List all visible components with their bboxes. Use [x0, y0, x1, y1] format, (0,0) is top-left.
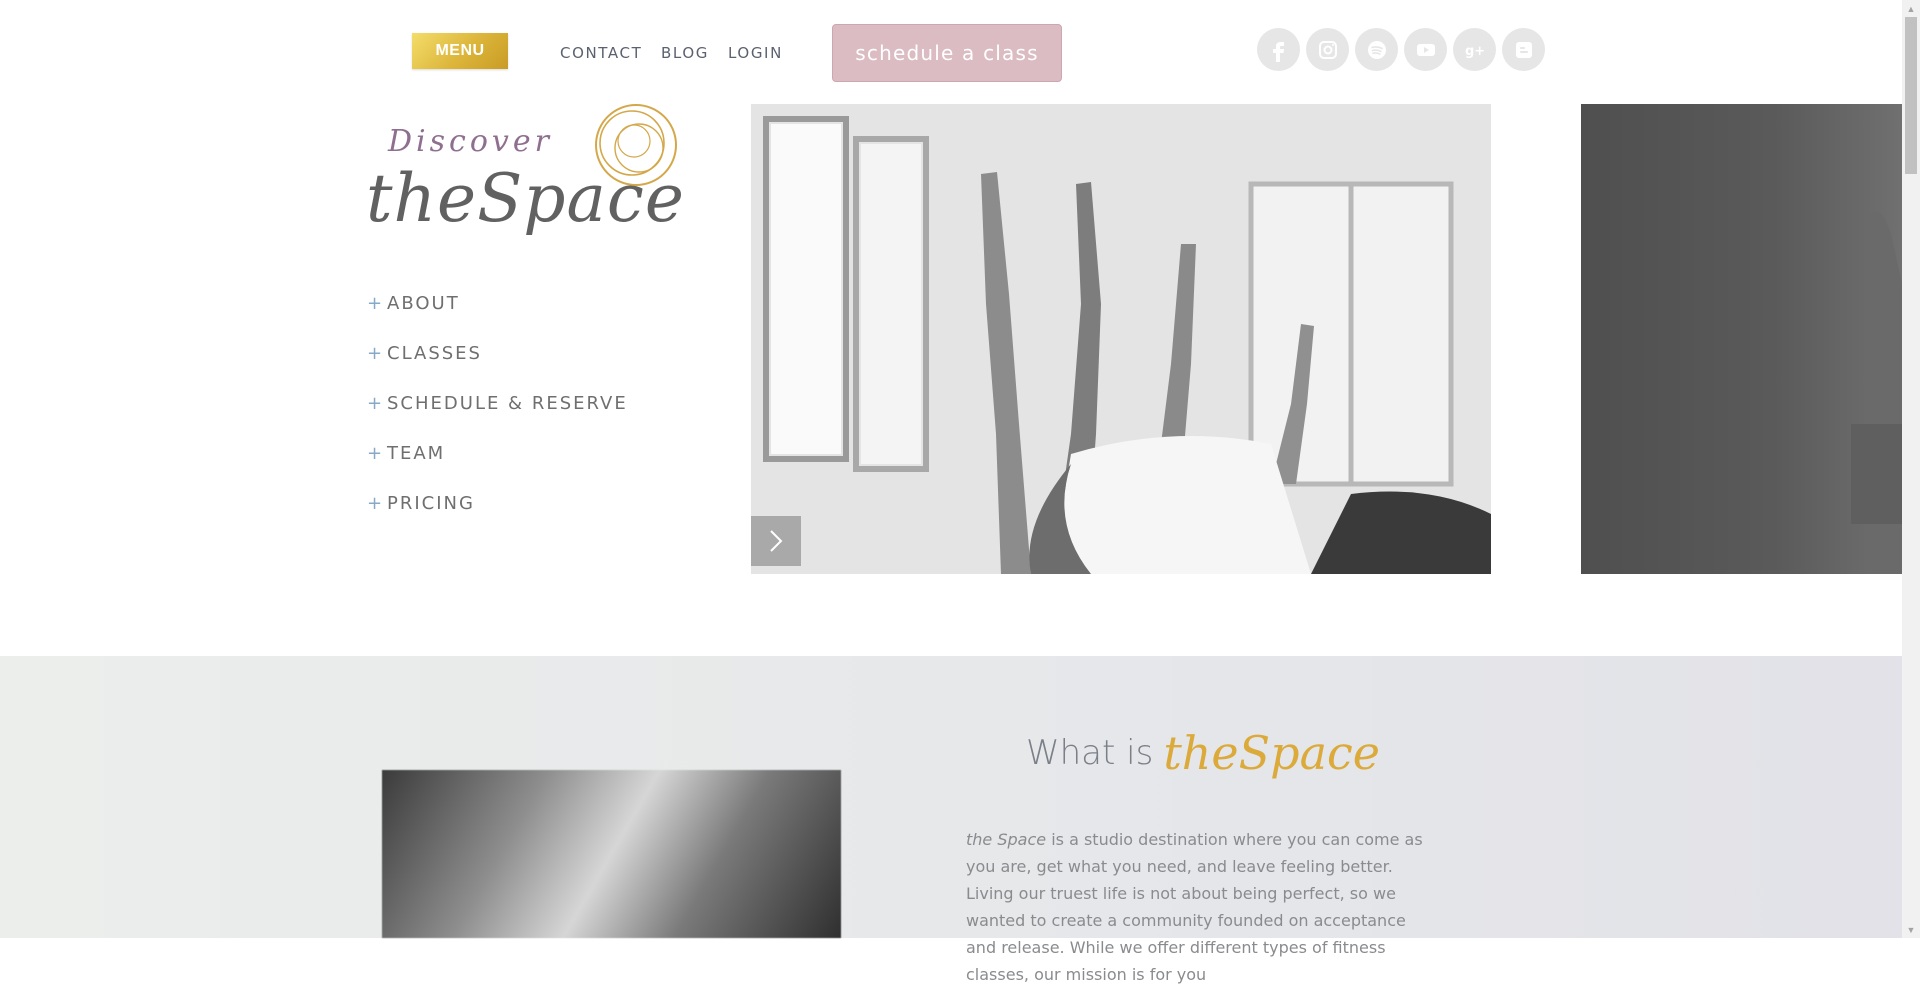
sidebar-item-label: ABOUT [387, 292, 460, 314]
hero-slide-image [751, 104, 1491, 574]
scroll-up-icon[interactable]: ▲ [1902, 0, 1920, 17]
schedule-class-button[interactable]: schedule a class [832, 24, 1062, 82]
plus-icon: + [367, 392, 385, 414]
sidebar-item-schedule[interactable]: + SCHEDULE & RESERVE [367, 378, 628, 428]
sidebar-item-team[interactable]: + TEAM [367, 428, 628, 478]
sidebar-item-about[interactable]: + ABOUT [367, 278, 628, 328]
class-photo [382, 770, 841, 938]
login-link[interactable]: LOGIN [728, 44, 783, 62]
sidebar-item-label: CLASSES [387, 342, 482, 364]
plus-icon: + [367, 442, 385, 464]
about-paragraph: the Space is a studio destination where … [966, 826, 1426, 988]
svg-text:g+: g+ [1465, 44, 1485, 59]
sidebar-item-label: PRICING [387, 492, 475, 514]
slider-next-button[interactable] [751, 516, 801, 566]
logo-line2: theSpace [366, 160, 685, 237]
sidebar-item-pricing[interactable]: + PRICING [367, 478, 628, 528]
blogger-icon[interactable] [1502, 28, 1545, 71]
site-logo[interactable]: Discover theSpace [366, 103, 738, 268]
youtube-icon[interactable] [1404, 28, 1447, 71]
about-section [0, 656, 1902, 938]
sidebar-item-label: SCHEDULE & RESERVE [387, 392, 628, 414]
plus-icon: + [367, 492, 385, 514]
facebook-icon[interactable] [1257, 28, 1300, 71]
contact-link[interactable]: CONTACT [560, 44, 642, 62]
about-heading-plain: What is [1026, 733, 1154, 773]
chevron-right-icon [770, 530, 783, 552]
instagram-icon[interactable] [1306, 28, 1349, 71]
scroll-down-icon[interactable]: ▼ [1902, 921, 1920, 938]
google-plus-icon[interactable]: g+ [1453, 28, 1496, 71]
sidebar-item-classes[interactable]: + CLASSES [367, 328, 628, 378]
plus-icon: + [367, 342, 385, 364]
sidebar-item-label: TEAM [387, 442, 446, 464]
brand-name: the Space [966, 830, 1047, 849]
about-heading: What is theSpace [1026, 718, 1380, 788]
about-heading-script: theSpace [1163, 726, 1381, 780]
top-bar: MENU CONTACT BLOG LOGIN schedule a class… [0, 0, 1902, 104]
plus-icon: + [367, 292, 385, 314]
blog-link[interactable]: BLOG [661, 44, 709, 62]
scrollbar-thumb[interactable] [1905, 17, 1917, 174]
menu-button[interactable]: MENU [412, 33, 508, 69]
side-navigation: + ABOUT + CLASSES + SCHEDULE & RESERVE +… [367, 278, 628, 528]
hero-slide-next-preview [1581, 104, 1902, 574]
about-body: is a studio destination where you can co… [966, 830, 1423, 984]
spotify-icon[interactable] [1355, 28, 1398, 71]
logo-line1: Discover [387, 124, 553, 159]
